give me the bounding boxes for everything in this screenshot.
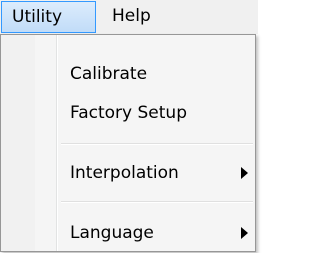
menu-utility[interactable]: Utility	[1, 1, 96, 33]
menu-item-language[interactable]: Language	[4, 215, 252, 251]
menu-item-interpolation[interactable]: Interpolation	[4, 155, 252, 191]
menu-item-label: Language	[70, 223, 154, 243]
menu-separator	[61, 143, 253, 145]
menu-item-label: Interpolation	[70, 163, 179, 183]
menu-item-label: Calibrate	[70, 64, 148, 84]
menu-bar: Utility Help	[0, 0, 258, 34]
chevron-right-icon	[241, 167, 248, 179]
menu-separator	[61, 201, 253, 203]
menu-item-label: Factory Setup	[70, 103, 187, 123]
menu-item-factory-setup[interactable]: Factory Setup	[4, 95, 252, 131]
menu-item-calibrate[interactable]: Calibrate	[4, 56, 252, 92]
chevron-right-icon	[241, 227, 248, 239]
menu-help[interactable]: Help	[106, 1, 166, 31]
utility-dropdown-menu: Calibrate Factory Setup Interpolation La…	[0, 34, 256, 252]
